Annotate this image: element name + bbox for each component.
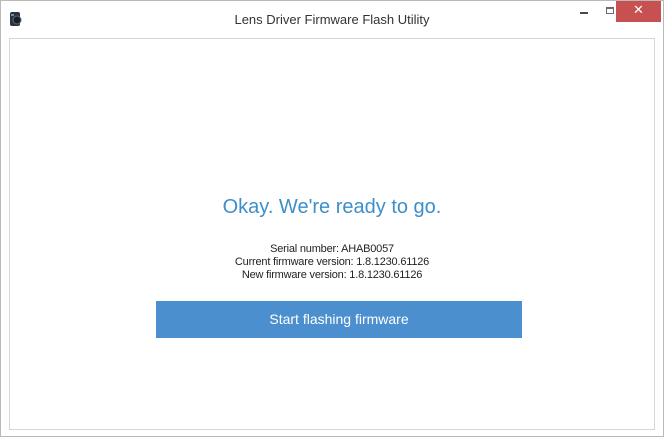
close-button[interactable]: ✕ (616, 1, 661, 22)
content-panel: Okay. We're ready to go. Serial number: … (9, 38, 655, 430)
minimize-button[interactable] (571, 1, 597, 23)
title-bar[interactable]: Lens Driver Firmware Flash Utility ✕ (1, 1, 663, 38)
maximize-icon (606, 7, 614, 14)
new-firmware-text: New firmware version: 1.8.1230.61126 (241, 269, 423, 281)
close-icon: ✕ (633, 3, 644, 18)
start-flashing-button[interactable]: Start flashing firmware (156, 301, 522, 338)
ready-heading: Okay. We're ready to go. (222, 196, 442, 218)
window-title: Lens Driver Firmware Flash Utility (234, 12, 430, 27)
current-firmware-text: Current firmware version: 1.8.1230.61126 (234, 256, 430, 268)
serial-number-text: Serial number: AHAB0057 (270, 243, 394, 255)
minimize-icon (580, 12, 588, 14)
app-window: Lens Driver Firmware Flash Utility ✕ Oka… (0, 0, 664, 437)
